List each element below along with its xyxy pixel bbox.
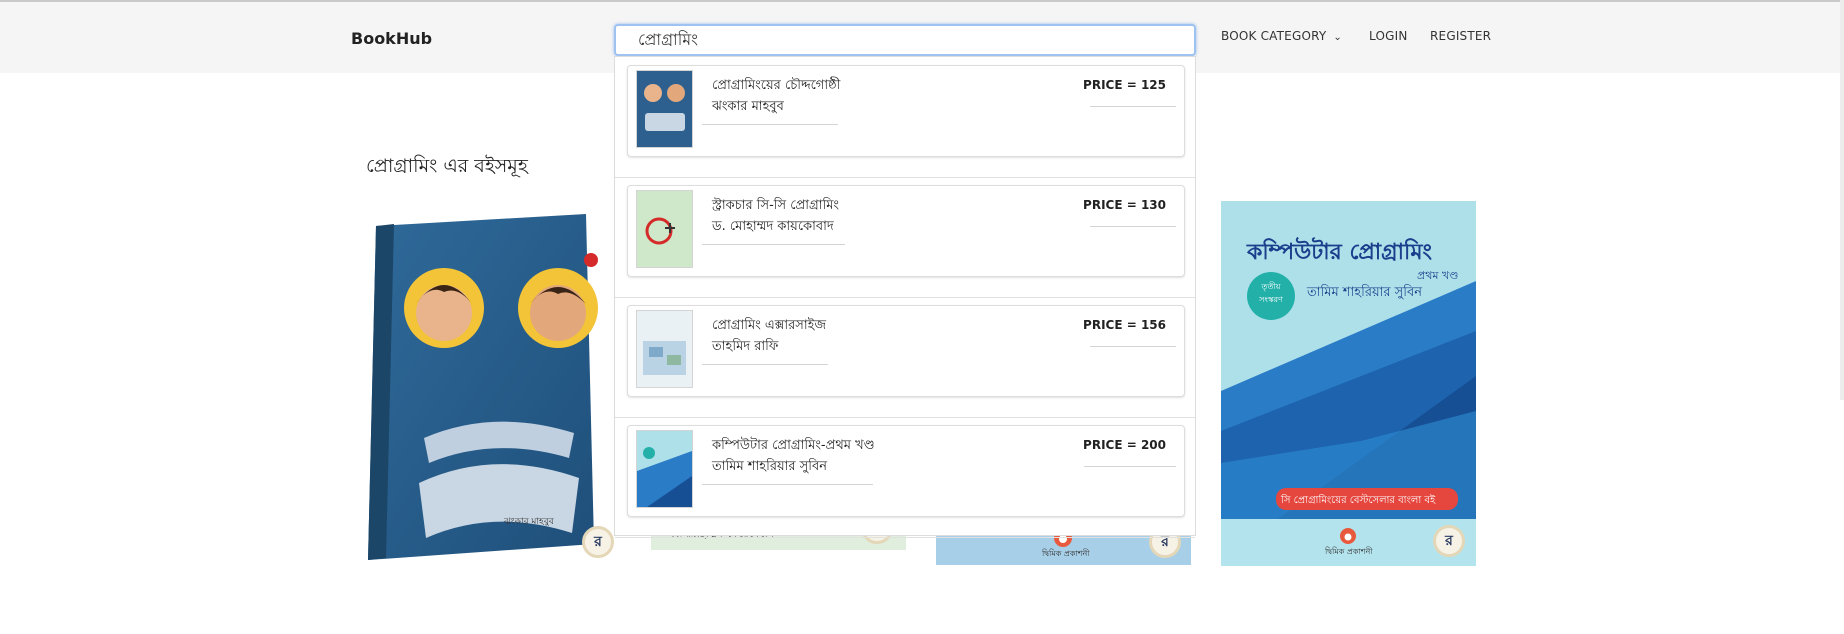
suggestion-item-4[interactable]: কম্পিউটার প্রোগ্রামিং-প্রথম খণ্ড তামিম শ…	[615, 417, 1195, 538]
suggestion-title: প্রোগ্রামিংয়ের চৌদ্দগোষ্ঠী	[712, 78, 841, 93]
suggestion-price: PRICE = 200	[1083, 438, 1166, 452]
book-thumbnail-art	[637, 311, 692, 387]
divider	[1090, 226, 1176, 227]
suggestion-author: ড. মোহাম্মদ কায়কোবাদ	[712, 219, 834, 234]
divider	[702, 124, 838, 125]
cover-title: কম্পিউটার প্রোগ্রামিং	[1247, 240, 1433, 265]
cover-edition: তৃতীয় সংস্করণ	[1259, 282, 1283, 304]
search-suggestions-dropdown: প্রোগ্রামিংয়ের চৌদ্দগোষ্ঠী ঝংকার মাহবুব…	[614, 56, 1196, 538]
suggestion-price: PRICE = 156	[1083, 318, 1166, 332]
suggestion-author: তাহমিদ রাফি	[712, 339, 779, 354]
divider	[702, 244, 845, 245]
suggestion-item-1[interactable]: প্রোগ্রামিংয়ের চৌদ্দগোষ্ঠী ঝংকার মাহবুব…	[615, 57, 1195, 178]
suggestion-title: স্ট্রাকচার সি-সি প্রোগ্রামিং	[712, 198, 840, 213]
search-input[interactable]	[616, 26, 1178, 54]
book-cover-4[interactable]: কম্পিউটার প্রোগ্রামিং প্রথম খণ্ড তৃতীয় …	[1221, 201, 1476, 566]
brand-logo[interactable]: BookHub	[351, 29, 432, 48]
book-cover-art	[364, 208, 620, 564]
cover-publisher: দ্বিমিক প্রকাশনী	[1042, 549, 1090, 558]
suggestion-item-2[interactable]: স্ট্রাকচার সি-সি প্রোগ্রামিং ড. মোহাম্মদ…	[615, 177, 1195, 298]
suggestion-title: প্রোগ্রামিং এক্সারসাইজ	[712, 318, 827, 333]
book-thumbnail	[636, 310, 693, 388]
divider	[702, 484, 873, 485]
suggestion-card[interactable]: কম্পিউটার প্রোগ্রামিং-প্রথম খণ্ড তামিম শ…	[627, 425, 1185, 517]
suggestion-card[interactable]: প্রোগ্রামিংয়ের চৌদ্দগোষ্ঠী ঝংকার মাহবুব…	[627, 65, 1185, 157]
scrollbar[interactable]	[1840, 0, 1844, 400]
suggestion-author: ঝংকার মাহবুব	[712, 99, 784, 114]
book-thumbnail-art	[637, 71, 692, 147]
suggestion-price: PRICE = 130	[1083, 198, 1166, 212]
cover-publisher: দ্বিমিক প্রকাশনী	[1325, 547, 1373, 556]
book-thumbnail-art	[637, 431, 692, 507]
suggestion-author: তামিম শাহরিয়ার সুবিন	[712, 459, 827, 474]
publisher-logo-icon: র	[1433, 525, 1465, 557]
book-thumbnail	[636, 430, 693, 508]
book-thumbnail	[636, 70, 693, 148]
book-thumbnail-art	[637, 191, 692, 267]
badge-text: র	[594, 534, 602, 550]
book-cover-1[interactable]: ঝংকার মাহবুব র	[364, 208, 620, 564]
suggestion-card[interactable]: প্রোগ্রামিং এক্সারসাইজ তাহমিদ রাফি PRICE…	[627, 305, 1185, 397]
book-category-dropdown[interactable]: BOOK CATEGORY ⌄	[1221, 29, 1342, 43]
divider	[702, 364, 828, 365]
search-box[interactable]	[614, 24, 1196, 56]
cover-author: ঝংকার মাহবুব	[504, 517, 554, 527]
divider	[1090, 346, 1176, 347]
cover-author: তামিম শাহরিয়ার সুবিন	[1307, 285, 1422, 300]
publisher-d-icon	[1340, 528, 1356, 544]
section-title: প্রোগ্রামিং এর বইসমূহ	[366, 155, 528, 177]
chevron-down-icon: ⌄	[1333, 32, 1343, 43]
register-link[interactable]: REGISTER	[1430, 29, 1491, 43]
suggestion-title: কম্পিউটার প্রোগ্রামিং-প্রথম খণ্ড	[712, 438, 875, 453]
cover-volume: প্রথম খণ্ড	[1417, 269, 1459, 282]
badge-text: র	[1445, 533, 1453, 549]
cover-tagline: সি প্রোগ্রামিংয়ের বেস্টসেলার বাংলা বই	[1281, 495, 1436, 506]
divider	[1090, 106, 1176, 107]
book-thumbnail	[636, 190, 693, 268]
publisher-logo-icon: র	[582, 526, 614, 558]
book-category-label: BOOK CATEGORY	[1221, 29, 1327, 43]
suggestion-price: PRICE = 125	[1083, 78, 1166, 92]
suggestion-card[interactable]: স্ট্রাকচার সি-সি প্রোগ্রামিং ড. মোহাম্মদ…	[627, 185, 1185, 277]
divider	[1084, 466, 1176, 467]
login-link[interactable]: LOGIN	[1369, 29, 1408, 43]
suggestion-item-3[interactable]: প্রোগ্রামিং এক্সারসাইজ তাহমিদ রাফি PRICE…	[615, 297, 1195, 418]
